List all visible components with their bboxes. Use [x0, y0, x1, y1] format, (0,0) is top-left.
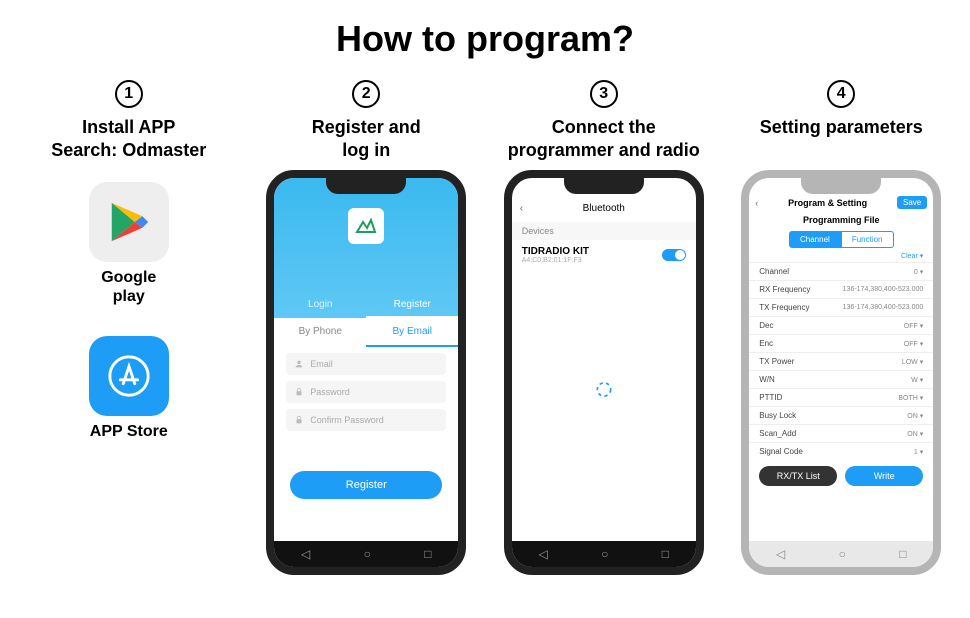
- settings-row[interactable]: Signal Code 1 ▾: [749, 442, 933, 460]
- devices-section: Devices: [512, 222, 696, 240]
- setting-key: Channel: [759, 267, 789, 276]
- step-label: Register and log in: [312, 116, 421, 162]
- setting-value: W ▾: [911, 376, 923, 384]
- setting-value: 136-174,380,400-523.000: [843, 286, 924, 293]
- segment-channel[interactable]: Channel: [789, 231, 841, 248]
- google-play-label: Google play: [89, 268, 169, 306]
- loading-spinner-icon: [594, 379, 614, 404]
- register-tab[interactable]: Register: [366, 293, 458, 318]
- step-1: 1 Install APP Search: Odmaster Google pl…: [14, 80, 244, 575]
- android-navbar: ◁○□: [274, 541, 458, 567]
- setting-key: Signal Code: [759, 447, 803, 456]
- bluetooth-title: Bluetooth: [583, 203, 625, 214]
- steps-row: 1 Install APP Search: Odmaster Google pl…: [0, 80, 970, 575]
- step-3: 3 Connect the programmer and radio ‹ Blu…: [489, 80, 719, 575]
- by-phone-tab[interactable]: By Phone: [274, 318, 366, 347]
- step-number: 4: [827, 80, 855, 108]
- settings-row[interactable]: PTTID BOTH ▾: [749, 388, 933, 406]
- setting-value: OFF ▾: [904, 340, 923, 348]
- setting-key: Enc: [759, 339, 773, 348]
- setting-key: Busy Lock: [759, 411, 796, 420]
- google-play-block: Google play: [89, 182, 169, 306]
- write-button[interactable]: Write: [845, 466, 923, 486]
- segment-function[interactable]: Function: [841, 231, 894, 248]
- back-icon[interactable]: ‹: [755, 198, 758, 208]
- setting-value: ON ▾: [907, 430, 923, 438]
- setting-value: 0 ▾: [914, 268, 923, 276]
- android-navbar: ◁○□: [749, 541, 933, 567]
- device-name: TIDRADIO KIT: [522, 246, 589, 257]
- settings-row[interactable]: Enc OFF ▾: [749, 334, 933, 352]
- setting-value: OFF ▾: [904, 322, 923, 330]
- step-number: 1: [115, 80, 143, 108]
- confirm-password-field[interactable]: Confirm Password: [286, 409, 446, 431]
- phone-mock-settings: ‹ Program & Setting Save Programming Fil…: [741, 170, 941, 575]
- step-label: Install APP Search: Odmaster: [51, 116, 206, 162]
- rxtx-list-button[interactable]: RX/TX List: [759, 466, 837, 486]
- clear-button[interactable]: Clear ▾: [749, 252, 933, 262]
- settings-row[interactable]: Busy Lock ON ▾: [749, 406, 933, 424]
- settings-row[interactable]: TX Power LOW ▾: [749, 352, 933, 370]
- settings-row[interactable]: W/N W ▾: [749, 370, 933, 388]
- google-play-icon[interactable]: [89, 182, 169, 262]
- by-email-tab[interactable]: By Email: [366, 318, 458, 347]
- settings-row[interactable]: Channel 0 ▾: [749, 262, 933, 280]
- settings-row[interactable]: Dec OFF ▾: [749, 316, 933, 334]
- password-field[interactable]: Password: [286, 381, 446, 403]
- setting-key: TX Frequency: [759, 303, 809, 312]
- back-icon[interactable]: ‹: [520, 203, 523, 214]
- device-mac: A4:C0:B2:01:1F:F3: [522, 257, 589, 264]
- page-title: How to program?: [0, 18, 970, 60]
- setting-key: PTTID: [759, 393, 782, 402]
- app-logo-icon: [348, 208, 384, 244]
- step-label: Connect the programmer and radio: [508, 116, 700, 162]
- step-number: 2: [352, 80, 380, 108]
- step-label: Setting parameters: [760, 116, 923, 162]
- device-toggle[interactable]: [662, 249, 686, 261]
- step-4: 4 Setting parameters ‹ Program & Setting…: [726, 80, 956, 575]
- setting-key: Scan_Add: [759, 429, 796, 438]
- app-store-label: APP Store: [89, 422, 169, 441]
- setting-key: Dec: [759, 321, 773, 330]
- android-navbar: ◁○□: [512, 541, 696, 567]
- setting-key: W/N: [759, 375, 775, 384]
- phone-mock-register: Login Register By Phone By Email Email P…: [266, 170, 466, 575]
- phone-mock-bluetooth: ‹ Bluetooth Devices TIDRADIO KIT A4:C0:B…: [504, 170, 704, 575]
- settings-list: Channel 0 ▾ RX Frequency 136-174,380,400-52…: [749, 262, 933, 460]
- login-tab[interactable]: Login: [274, 293, 366, 318]
- settings-subtitle: Programming File: [749, 213, 933, 227]
- device-row[interactable]: TIDRADIO KIT A4:C0:B2:01:1F:F3: [512, 240, 696, 270]
- setting-key: TX Power: [759, 357, 794, 366]
- setting-value: 1 ▾: [914, 448, 923, 456]
- app-store-icon[interactable]: [89, 336, 169, 416]
- setting-value: ON ▾: [907, 412, 923, 420]
- settings-row[interactable]: RX Frequency 136-174,380,400-523.000: [749, 280, 933, 298]
- email-field[interactable]: Email: [286, 353, 446, 375]
- setting-value: LOW ▾: [902, 358, 923, 366]
- settings-header: Program & Setting: [788, 198, 867, 208]
- step-number: 3: [590, 80, 618, 108]
- setting-value: 136-174,380,400-523.000: [843, 304, 924, 311]
- settings-row[interactable]: Scan_Add ON ▾: [749, 424, 933, 442]
- setting-key: RX Frequency: [759, 285, 810, 294]
- setting-value: BOTH ▾: [898, 394, 923, 402]
- register-button[interactable]: Register: [290, 471, 442, 499]
- settings-row[interactable]: TX Frequency 136-174,380,400-523.000: [749, 298, 933, 316]
- step-2: 2 Register and log in Login Register By …: [251, 80, 481, 575]
- save-button[interactable]: Save: [897, 196, 927, 209]
- app-store-block: APP Store: [89, 336, 169, 441]
- segment-control[interactable]: Channel Function: [749, 231, 933, 248]
